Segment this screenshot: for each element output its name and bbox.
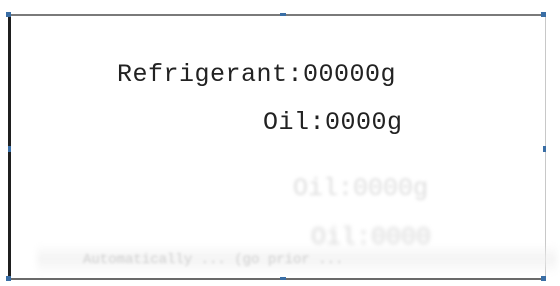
top-edge-marker	[280, 13, 286, 16]
bottom-left-corner-marker	[6, 276, 11, 281]
oil-readout-ghost: Oil:0000g	[293, 174, 429, 203]
oil-readout-ghost-2: Oil:0000	[311, 223, 432, 252]
bottom-edge-marker	[280, 277, 286, 280]
display-panel: Oil:0000g Oil:0000 Automatically ... (go…	[8, 14, 557, 280]
top-right-corner-marker	[541, 12, 546, 17]
right-edge-marker	[543, 146, 546, 152]
top-left-corner-marker	[6, 12, 11, 17]
left-edge-marker	[8, 146, 11, 152]
bottom-right-corner-marker	[541, 276, 546, 281]
hint-text-ghost: Automatically ... (go prior ...	[83, 252, 344, 268]
refrigerant-readout: Refrigerant:00000g	[117, 60, 397, 89]
oil-readout: Oil:0000g	[263, 108, 403, 137]
